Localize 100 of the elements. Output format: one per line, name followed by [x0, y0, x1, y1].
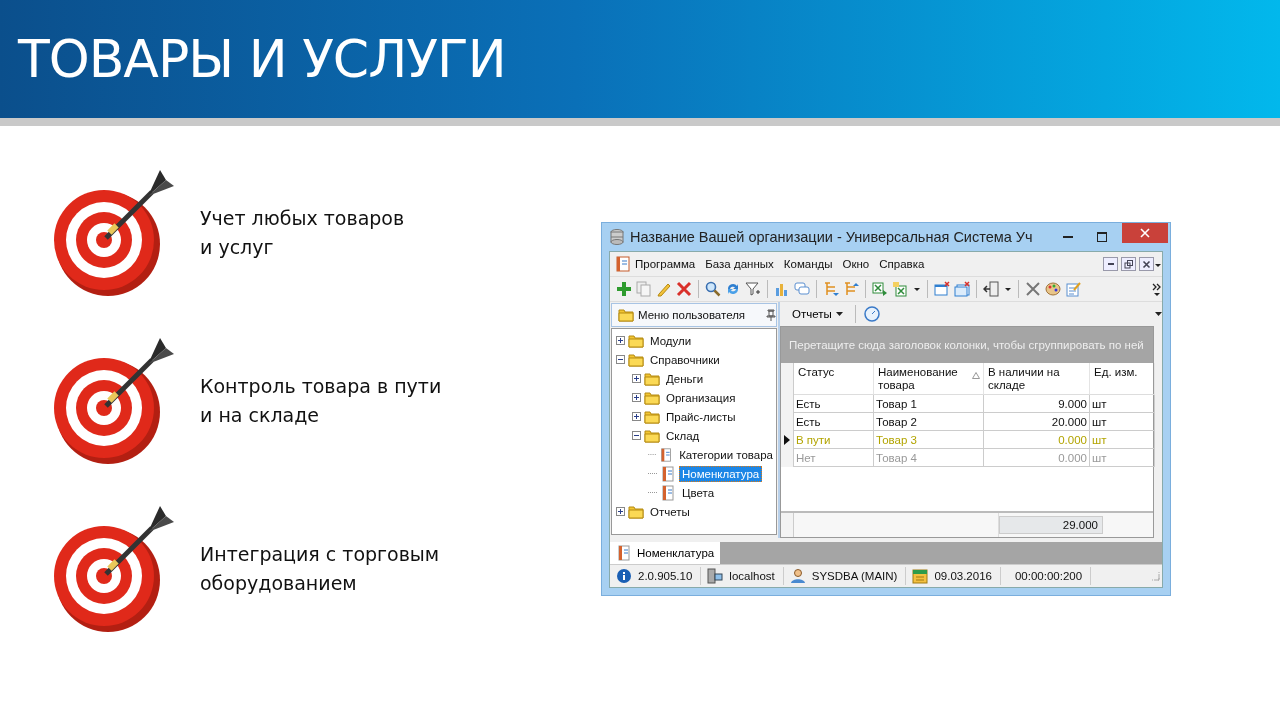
document-icon	[616, 545, 632, 561]
expand-icon[interactable]	[632, 412, 641, 421]
refresh-icon[interactable]	[725, 281, 741, 297]
folder-icon	[644, 427, 660, 444]
minimize-button[interactable]	[1103, 257, 1118, 271]
tab[interactable]: Номенклатура	[610, 542, 721, 564]
column-header[interactable]: Наименование товара	[874, 363, 984, 395]
slide-title: ТОВАРЫ И УСЛУГИ	[18, 29, 506, 89]
tree-item[interactable]: Справочники	[647, 351, 723, 368]
tree-item[interactable]: Модули	[647, 332, 695, 349]
collapse-icon[interactable]	[632, 431, 641, 440]
table-cell: В пути	[794, 431, 874, 449]
menu-item[interactable]: Команды	[778, 258, 838, 270]
panel-title: Меню пользователя	[638, 309, 747, 321]
folder-icon	[628, 503, 644, 520]
server-icon	[707, 568, 724, 584]
table-cell: шт	[1090, 413, 1155, 431]
status-text: 00:00:00:200	[1014, 570, 1083, 582]
clock-icon[interactable]	[863, 306, 880, 322]
group-panel-hint: Перетащите сюда заголовок колонки, чтобы сгруппировать по ней	[781, 327, 1153, 363]
feature-text: Интеграция с торговым оборудованием	[200, 542, 440, 596]
table-cell: Товар 2	[874, 413, 984, 431]
delete-icon[interactable]	[676, 281, 692, 297]
tree-item[interactable]: Номенклатура	[679, 465, 763, 482]
close-icon	[1140, 228, 1150, 238]
expand-icon[interactable]	[632, 374, 641, 383]
folder-icon	[644, 408, 660, 425]
maximize-icon	[1097, 232, 1107, 242]
chevron-icon[interactable]	[1152, 281, 1162, 297]
database-icon	[610, 229, 624, 245]
collapse-icon[interactable]	[616, 355, 625, 364]
table-cell: Товар 3	[874, 431, 984, 449]
menu-item[interactable]: Окно	[837, 258, 875, 270]
tree-item[interactable]: Отчеты	[647, 503, 693, 520]
close-icon	[1142, 259, 1151, 269]
column-header[interactable]: Статус	[794, 363, 874, 395]
tree-item[interactable]: Цвета	[679, 484, 718, 501]
status-text: localhost	[729, 570, 775, 582]
status-text: SYSDBA (MAIN)	[811, 570, 898, 582]
folder-icon	[628, 332, 644, 349]
total-cell: 29.000	[999, 516, 1103, 534]
minimize-icon	[1107, 263, 1114, 265]
info-icon	[616, 568, 632, 584]
folder-icon	[618, 307, 634, 323]
palette-icon[interactable]	[1045, 281, 1061, 297]
table-cell: шт	[1090, 449, 1155, 467]
window-icon[interactable]	[934, 281, 950, 297]
feature-text: Контроль товара в пути и на складе	[200, 374, 442, 428]
table-cell: Товар 4	[874, 449, 984, 467]
menu-item[interactable]: Справка	[874, 258, 930, 270]
table-cell: Товар 1	[874, 395, 984, 413]
minimize-icon	[1063, 236, 1073, 238]
folder-icon	[644, 389, 660, 406]
folder-icon	[628, 351, 644, 368]
resize-grip-icon[interactable]	[1150, 571, 1160, 581]
table-cell: 0.000	[984, 449, 1090, 467]
feature-text: Учет любых товаров и услуг	[200, 206, 405, 260]
table-cell: шт	[1090, 431, 1155, 449]
column-header[interactable]: Ед. изм.	[1090, 363, 1155, 395]
chart-icon[interactable]	[774, 281, 790, 297]
status-text: 09.03.2016	[934, 570, 992, 582]
table-cell: Нет	[794, 449, 874, 467]
status-text: 2.0.905.10	[638, 570, 693, 582]
calendar-icon	[912, 568, 929, 584]
close-button[interactable]	[1139, 257, 1154, 271]
restore-icon	[1124, 259, 1133, 269]
search-icon[interactable]	[705, 281, 721, 297]
list-down-icon[interactable]	[823, 281, 839, 297]
folder-icon	[644, 370, 660, 387]
pin-icon[interactable]	[766, 309, 776, 321]
menu-item[interactable]: База данных	[700, 258, 779, 270]
spreadsheet-icon[interactable]	[892, 281, 908, 297]
reports-dropdown[interactable]: Отчеты	[788, 308, 847, 320]
expand-icon[interactable]	[616, 507, 625, 516]
window-icon[interactable]	[954, 281, 970, 297]
sort-icon	[972, 372, 980, 379]
tree-item[interactable]: Склад	[663, 427, 703, 444]
user-icon	[789, 568, 806, 584]
filter-icon[interactable]	[745, 281, 761, 297]
table-cell: шт	[1090, 395, 1155, 413]
tree-item[interactable]: Организация	[663, 389, 739, 406]
tree-item[interactable]: Прайс-листы	[663, 408, 739, 425]
speech-bubble-icon[interactable]	[794, 281, 810, 297]
window-title: Название Вашей организации - Универсальная Система Уч	[630, 229, 1033, 245]
spreadsheet-icon[interactable]	[872, 281, 888, 297]
caret-icon	[835, 312, 843, 316]
expand-icon[interactable]	[632, 393, 641, 402]
add-icon[interactable]	[616, 281, 632, 297]
restore-button[interactable]	[1121, 257, 1136, 271]
pencil-icon[interactable]	[656, 281, 672, 297]
tree-item[interactable]: Деньги	[663, 370, 707, 387]
menu-item[interactable]: Программа	[630, 258, 701, 270]
tree-item[interactable]: Категории товара	[676, 446, 776, 463]
table-cell: Есть	[794, 395, 874, 413]
list-up-icon[interactable]	[843, 281, 859, 297]
caret-icon[interactable]	[1155, 312, 1162, 316]
table-cell: 0.000	[984, 431, 1090, 449]
door-icon[interactable]	[983, 281, 999, 297]
column-header[interactable]: В наличии на складе	[984, 363, 1090, 395]
expand-icon[interactable]	[616, 336, 625, 345]
